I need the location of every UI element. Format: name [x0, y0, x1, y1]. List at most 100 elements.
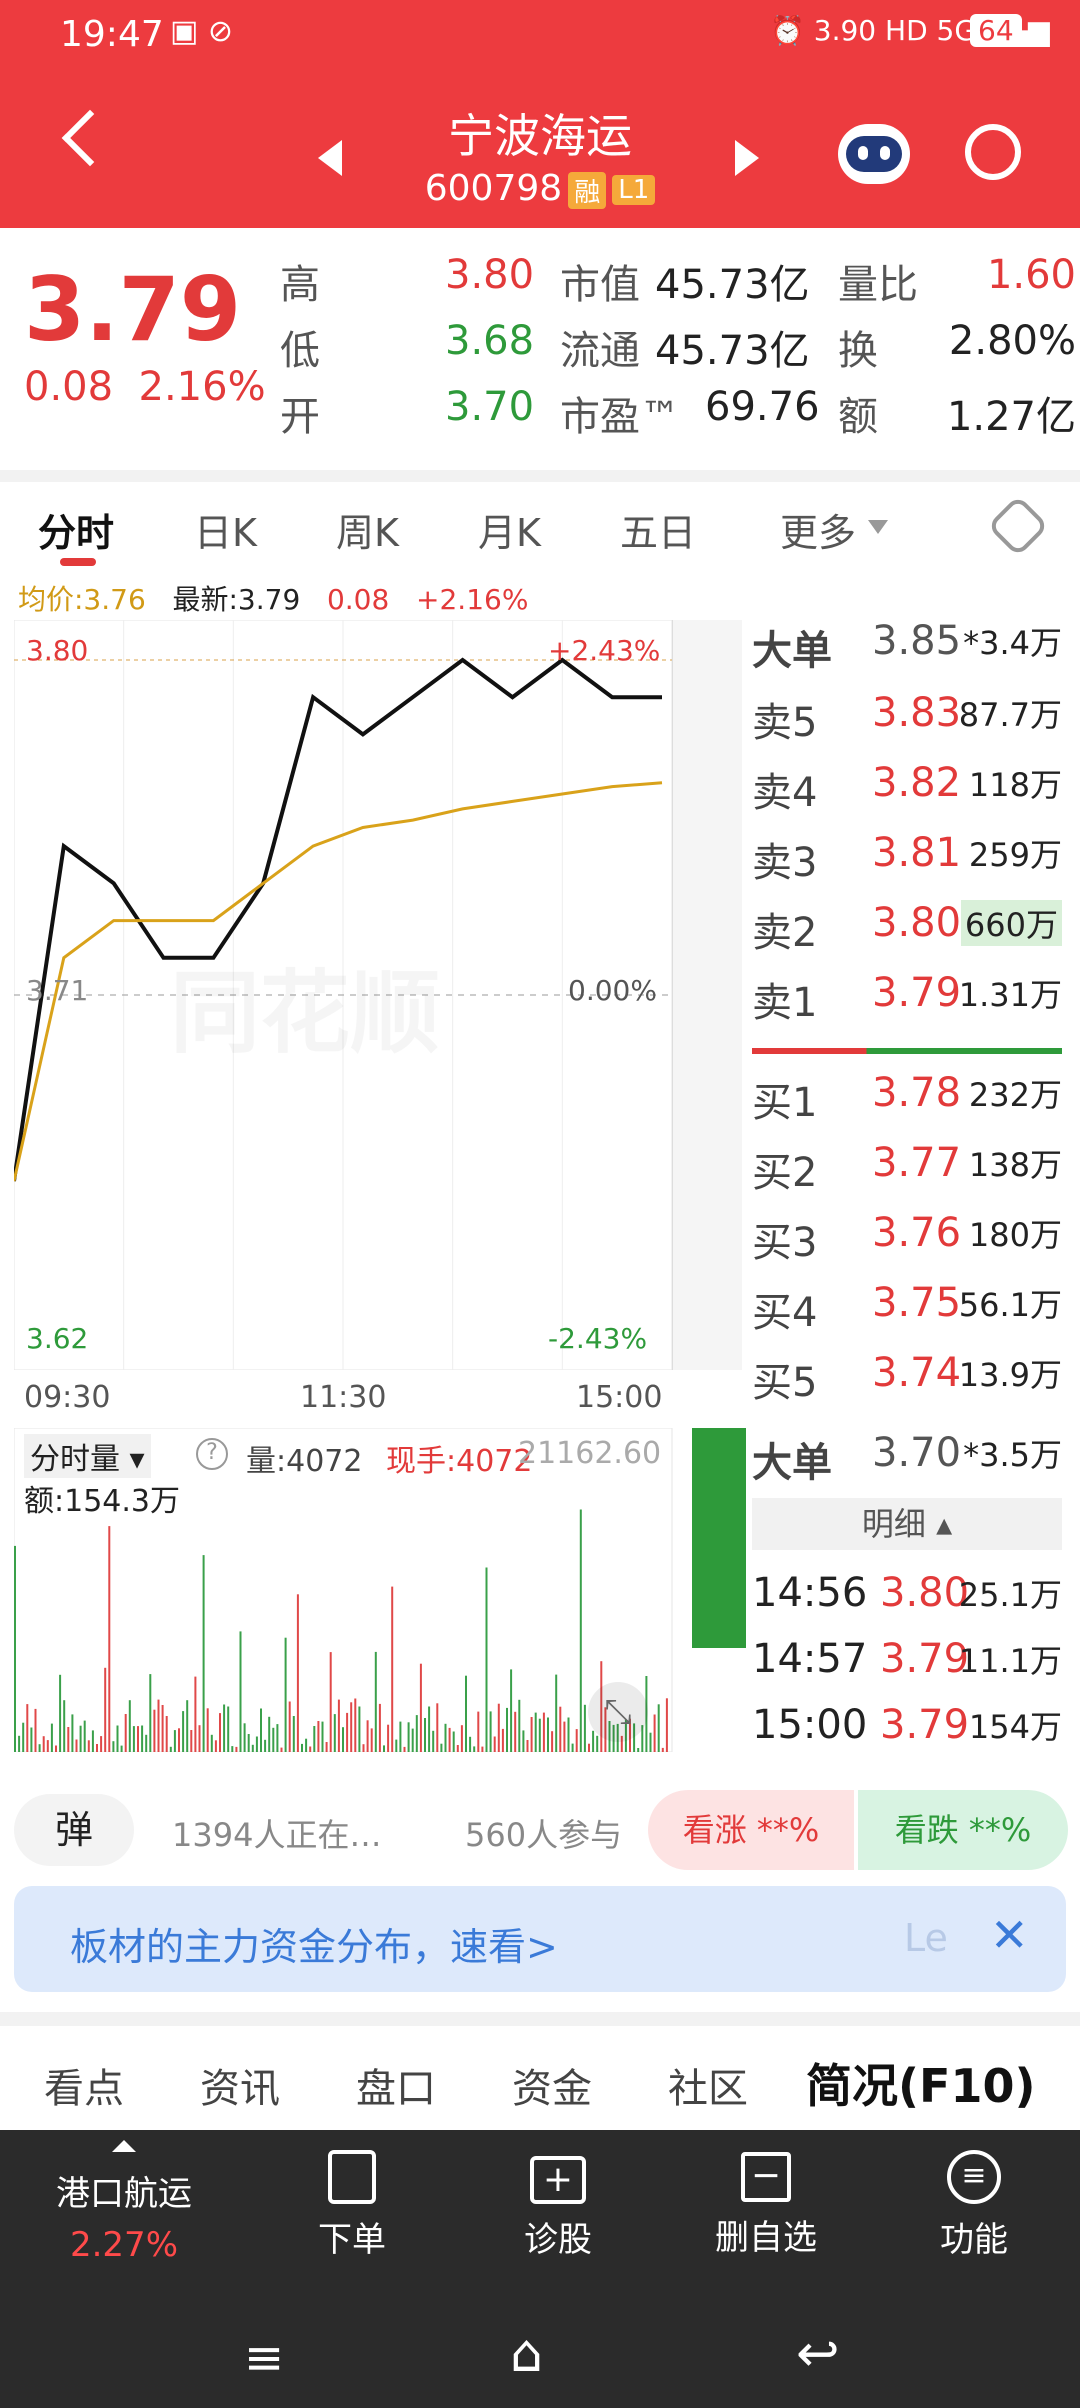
volume-bar	[325, 1742, 328, 1752]
volume-bar	[506, 1707, 508, 1752]
tab-highlights[interactable]: 看点	[44, 2056, 124, 2114]
bottom-toolbar: 港口航运 2.27% 下单 + 诊股 − 删自选 ≡ 功能	[0, 2130, 1080, 2300]
high-label: 高	[280, 262, 320, 308]
volume-bar	[264, 1739, 267, 1752]
margin-badge: 融	[568, 171, 607, 209]
next-stock-icon[interactable]	[735, 140, 759, 176]
bid-row-5[interactable]: 买5 3.74 13.9万	[752, 1350, 1062, 1410]
ask-row-5[interactable]: 卖5 3.83 87.7万	[752, 690, 1062, 750]
volume-bar	[448, 1727, 451, 1752]
tab-intraday[interactable]: 分时	[38, 502, 114, 557]
volume-max: 21162.60	[518, 1436, 662, 1471]
chevron-down-icon	[868, 520, 888, 534]
volume-bar	[649, 1732, 652, 1752]
volume-bar	[178, 1728, 180, 1752]
menu-icon[interactable]: ≡	[244, 2330, 284, 2386]
tab-monthly[interactable]: 月K	[478, 502, 541, 557]
volume-bar	[329, 1652, 332, 1752]
volume-bar	[563, 1721, 566, 1752]
bid-row-3[interactable]: 买3 3.76 180万	[752, 1210, 1062, 1270]
bear-button[interactable]: 看跌 **%	[858, 1790, 1068, 1870]
diagnose-button[interactable]: + 诊股	[468, 2150, 648, 2261]
chevron-up-icon	[112, 2140, 136, 2152]
time-label-open: 09:30	[24, 1380, 111, 1415]
tab-daily[interactable]: 日K	[194, 502, 257, 557]
tab-five-day[interactable]: 五日	[620, 502, 696, 557]
banner-text: 板材的主力资金分布，速看>	[70, 1925, 558, 1969]
y-high-pct-label: +2.43%	[548, 634, 661, 667]
pe-label: 市盈™	[560, 394, 680, 440]
volume-bar	[63, 1700, 66, 1752]
volume-bar	[419, 1663, 422, 1752]
function-button[interactable]: ≡ 功能	[884, 2150, 1064, 2261]
bid-5-label: 买5	[752, 1360, 818, 1406]
danmu-button[interactable]: 弹	[14, 1794, 134, 1866]
close-icon[interactable]: ✕	[990, 1908, 1029, 1962]
volume-bar	[157, 1699, 160, 1752]
volume-bar	[34, 1708, 37, 1752]
tab-f10[interactable]: 简况(F10)	[806, 2050, 1035, 2116]
volume-value: 量:4072	[246, 1444, 363, 1479]
robot-icon[interactable]	[838, 124, 910, 184]
ask-4-price: 3.82	[872, 760, 962, 806]
tab-weekly[interactable]: 周K	[336, 502, 399, 557]
volume-bar	[477, 1711, 480, 1752]
open-label: 开	[280, 394, 320, 440]
volume-bar	[247, 1734, 250, 1752]
volume-bar	[198, 1725, 201, 1752]
stock-code-row: 600798 融 L1	[0, 168, 1080, 209]
volume-bar	[317, 1721, 320, 1752]
sector-button[interactable]: 港口航运 2.27%	[34, 2140, 214, 2265]
home-icon[interactable]: ⌂	[510, 2324, 543, 2384]
volume-bar	[588, 1743, 590, 1752]
volume-bar	[665, 1698, 668, 1752]
volume-bar	[661, 1747, 664, 1752]
volume-bar	[67, 1727, 70, 1752]
volume-bar	[358, 1706, 361, 1752]
tab-more[interactable]: 更多	[780, 502, 856, 557]
volume-bar	[91, 1730, 94, 1752]
help-icon[interactable]: ?	[196, 1438, 228, 1470]
volume-bar	[366, 1720, 369, 1752]
volume-amount: 额:154.3万	[24, 1484, 180, 1519]
expand-icon[interactable]: ⤡	[588, 1682, 648, 1742]
ask-row-4[interactable]: 卖4 3.82 118万	[752, 760, 1062, 820]
tab-news[interactable]: 资讯	[200, 2056, 280, 2114]
time-label-close: 15:00	[576, 1380, 663, 1415]
remove-watch-button[interactable]: − 删自选	[676, 2150, 856, 2259]
volume-bar	[354, 1698, 357, 1752]
vr-value: 1.60	[986, 252, 1076, 298]
volume-bar	[378, 1703, 381, 1752]
volume-bar	[493, 1736, 496, 1752]
bid-row-2[interactable]: 买2 3.77 138万	[752, 1140, 1062, 1200]
volume-bar	[87, 1740, 90, 1752]
bid-row-4[interactable]: 买4 3.75 56.1万	[752, 1280, 1062, 1340]
settings-icon[interactable]	[986, 494, 1050, 558]
remove-label: 删自选	[715, 2218, 817, 2258]
detail-toggle[interactable]: 明细 ▴	[752, 1498, 1062, 1550]
tab-funds[interactable]: 资金	[512, 2056, 592, 2114]
volume-bar	[128, 1700, 131, 1752]
volume-mode-selector[interactable]: 分时量 ▾	[24, 1434, 151, 1478]
ask-3-price: 3.81	[872, 830, 962, 876]
ask-row-1[interactable]: 卖1 3.79 1.31万	[752, 970, 1062, 1030]
order-button[interactable]: 下单	[262, 2150, 442, 2261]
volume-bar	[510, 1669, 513, 1752]
ask-row-3[interactable]: 卖3 3.81 259万	[752, 830, 1062, 890]
ask-row-2[interactable]: 卖2 3.80 660万	[752, 900, 1062, 960]
volume-bar	[538, 1718, 541, 1752]
volume-bar	[251, 1744, 254, 1752]
search-icon[interactable]	[965, 124, 1021, 180]
ask-3-label: 卖3	[752, 840, 818, 886]
tab-market[interactable]: 盘口	[356, 2056, 436, 2114]
bull-button[interactable]: 看涨 **%	[648, 1790, 854, 1870]
back-nav-icon[interactable]: ↩	[796, 2324, 840, 2384]
promo-banner[interactable]: 板材的主力资金分布，速看> Le ✕	[14, 1886, 1066, 1992]
bid-row-1[interactable]: 买1 3.78 232万	[752, 1070, 1062, 1130]
info-tabs: 看点 资讯 盘口 资金 社区 简况(F10)	[0, 2012, 1080, 2130]
tab-community[interactable]: 社区	[668, 2056, 748, 2114]
volume-bar	[50, 1723, 53, 1752]
ask-1-vol: 1.31万	[958, 976, 1062, 1014]
volume-bar	[190, 1730, 193, 1752]
tick-row: 14:57 3.79 11.1万	[752, 1636, 1062, 1696]
